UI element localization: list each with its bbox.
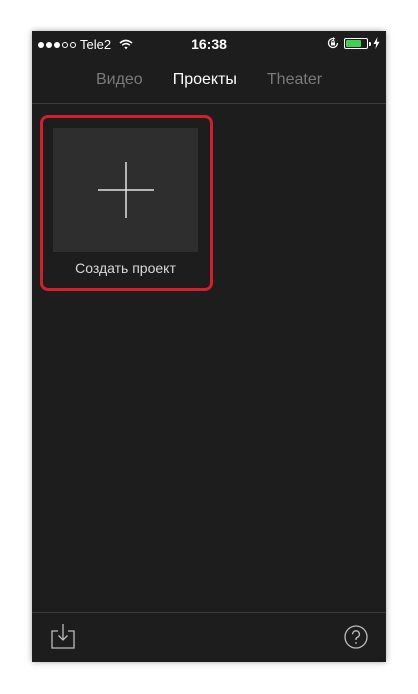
import-icon[interactable]: [51, 623, 75, 649]
plus-icon: [98, 162, 154, 218]
app-screen: Tele2 16:38 Видео Проекты Theater Создат…: [32, 31, 386, 662]
tab-bar: Видео Проекты Theater: [32, 71, 386, 95]
battery-icon: [344, 37, 371, 49]
rotation-lock-icon: [327, 37, 339, 49]
battery-level: [346, 39, 361, 47]
tabs-divider: [32, 103, 386, 104]
status-bar: Tele2 16:38: [32, 31, 386, 57]
charging-bolt-icon: [373, 37, 380, 49]
status-right: [327, 37, 380, 49]
create-project-button[interactable]: Создать проект: [53, 128, 198, 276]
help-icon[interactable]: [344, 625, 368, 649]
tab-projects[interactable]: Проекты: [173, 71, 237, 95]
bottom-divider: [32, 612, 386, 613]
tab-video[interactable]: Видео: [96, 71, 143, 95]
create-project-thumbnail[interactable]: [53, 128, 198, 252]
tab-theater[interactable]: Theater: [267, 71, 322, 95]
create-project-label: Создать проект: [75, 260, 176, 276]
